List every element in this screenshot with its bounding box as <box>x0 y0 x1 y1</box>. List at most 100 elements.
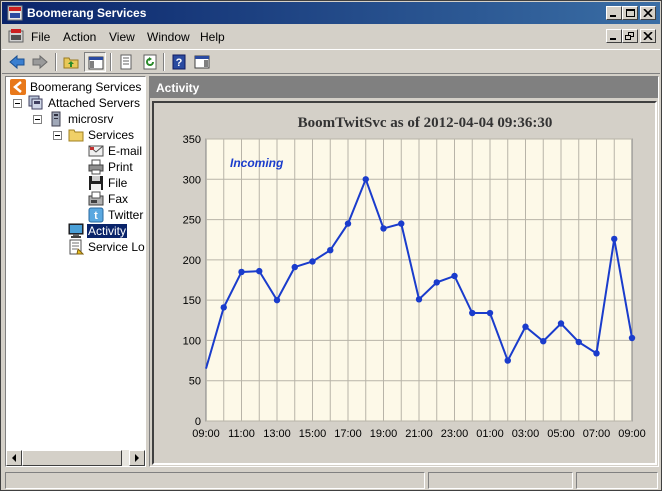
y-tick-label: 0 <box>195 416 201 428</box>
maximize-icon <box>626 9 635 17</box>
menu-window[interactable]: Window <box>147 30 190 44</box>
close-icon <box>643 32 653 40</box>
scroll-left-button[interactable] <box>6 450 22 466</box>
tree-label-server: microsrv <box>68 112 114 126</box>
collapse-server[interactable] <box>33 115 42 124</box>
tree-label-root: Boomerang Services <box>30 80 142 94</box>
x-tick-label: 21:00 <box>405 428 433 440</box>
scroll-right-button[interactable] <box>129 450 145 466</box>
svg-text:t: t <box>94 210 98 222</box>
data-point <box>540 338 547 345</box>
result-pane-header: Activity <box>150 77 658 98</box>
status-panel-main <box>5 472 425 489</box>
tree-label-services: Services <box>88 128 135 142</box>
show-tree-button[interactable] <box>84 52 106 72</box>
properties-button[interactable] <box>115 52 137 72</box>
app-icon <box>7 5 23 21</box>
tree-label-attached-servers: Attached Servers <box>48 96 141 110</box>
help-button[interactable]: ? <box>168 52 190 72</box>
folder-icon <box>68 129 84 142</box>
title-bar[interactable]: Boomerang Services <box>2 2 660 24</box>
tree-node-email[interactable]: E-mail <box>88 143 145 159</box>
minimize-icon <box>610 38 616 40</box>
console-tree[interactable]: Boomerang Services Attached Servers micr… <box>5 76 146 467</box>
collapse-services[interactable] <box>53 131 62 140</box>
data-point <box>522 323 529 330</box>
menu-view[interactable]: View <box>109 30 135 44</box>
menu-help[interactable]: Help <box>200 30 225 44</box>
boomerang-icon <box>10 79 26 95</box>
tree-node-file[interactable]: File <box>88 175 145 191</box>
menu-action[interactable]: Action <box>63 30 96 44</box>
maximize-button[interactable] <box>622 6 638 20</box>
tree-node-server[interactable]: microsrv <box>48 111 145 127</box>
y-tick-label: 300 <box>183 174 201 186</box>
x-tick-label: 07:00 <box>583 428 611 440</box>
data-point <box>575 338 582 346</box>
fax-icon <box>88 191 104 206</box>
help-icon: ? <box>172 54 186 70</box>
close-icon <box>643 9 653 17</box>
data-point <box>433 279 440 286</box>
scroll-thumb[interactable] <box>22 450 122 466</box>
status-panel-tertiary <box>576 472 658 489</box>
tree-label-fax: Fax <box>108 192 129 206</box>
close-button[interactable] <box>640 6 656 20</box>
x-tick-label: 01:00 <box>476 428 504 440</box>
main-window: Boomerang Services File Action View Wind… <box>0 0 662 491</box>
y-tick-label: 100 <box>183 335 201 347</box>
incoming-label: Incoming <box>230 156 284 170</box>
x-tick-label: 11:00 <box>228 428 255 440</box>
servers-icon <box>28 95 43 110</box>
restore-icon <box>625 32 634 40</box>
svg-text:?: ? <box>176 57 183 69</box>
x-tick-label: 23:00 <box>441 428 469 440</box>
forward-button[interactable] <box>29 52 51 72</box>
tree-node-fax[interactable]: Fax <box>88 191 145 207</box>
tree-node-twitter[interactable]: t Twitter <box>88 207 145 223</box>
data-point <box>220 304 227 311</box>
menu-bar: File Action View Window Help <box>2 25 660 47</box>
tree-horizontal-scrollbar[interactable] <box>6 450 145 466</box>
back-button[interactable] <box>6 52 28 72</box>
computer-icon <box>51 111 61 127</box>
child-minimize-button[interactable] <box>606 29 622 43</box>
y-tick-label: 50 <box>189 376 201 388</box>
action-pane-icon <box>194 55 210 69</box>
y-tick-label: 150 <box>183 295 201 307</box>
data-point <box>593 350 600 357</box>
tree-node-print[interactable]: Print <box>88 159 145 175</box>
tree-node-service-log[interactable]: Service Log <box>68 239 145 255</box>
menu-file[interactable]: File <box>31 30 50 44</box>
tree-node-root[interactable]: Boomerang Services <box>10 79 145 95</box>
tree-node-attached-servers[interactable]: Attached Servers <box>28 95 145 111</box>
tree-label-email: E-mail <box>108 144 143 158</box>
minimize-button[interactable] <box>606 6 622 20</box>
disk-icon <box>89 176 103 190</box>
folder-up-icon <box>63 57 79 69</box>
data-point <box>557 320 565 327</box>
y-tick-label: 250 <box>183 215 201 227</box>
up-level-button[interactable] <box>60 52 82 72</box>
toolbar-separator <box>163 53 165 71</box>
x-tick-label: 09:00 <box>618 428 646 440</box>
refresh-button[interactable] <box>139 52 161 72</box>
tree-node-activity[interactable]: Activity <box>68 223 145 239</box>
data-point <box>451 272 458 280</box>
y-tick-label: 200 <box>183 255 201 267</box>
scroll-right-icon <box>135 454 139 462</box>
data-point <box>362 176 369 183</box>
child-restore-button[interactable] <box>622 29 638 43</box>
minimize-icon <box>610 15 616 17</box>
collapse-attached-servers[interactable] <box>13 99 22 108</box>
tree-node-services[interactable]: Services <box>68 127 145 143</box>
child-close-button[interactable] <box>640 29 656 43</box>
show-action-pane-button[interactable] <box>191 52 213 72</box>
system-menu-icon[interactable] <box>8 28 24 44</box>
data-point <box>309 258 316 265</box>
data-point <box>238 268 245 276</box>
back-arrow-icon <box>9 54 25 70</box>
x-tick-label: 13:00 <box>263 428 291 440</box>
result-pane-title: Activity <box>156 81 200 95</box>
result-pane: Activity 0 50 100 150 200 250 300 350 09:00 11:00… <box>149 76 659 467</box>
